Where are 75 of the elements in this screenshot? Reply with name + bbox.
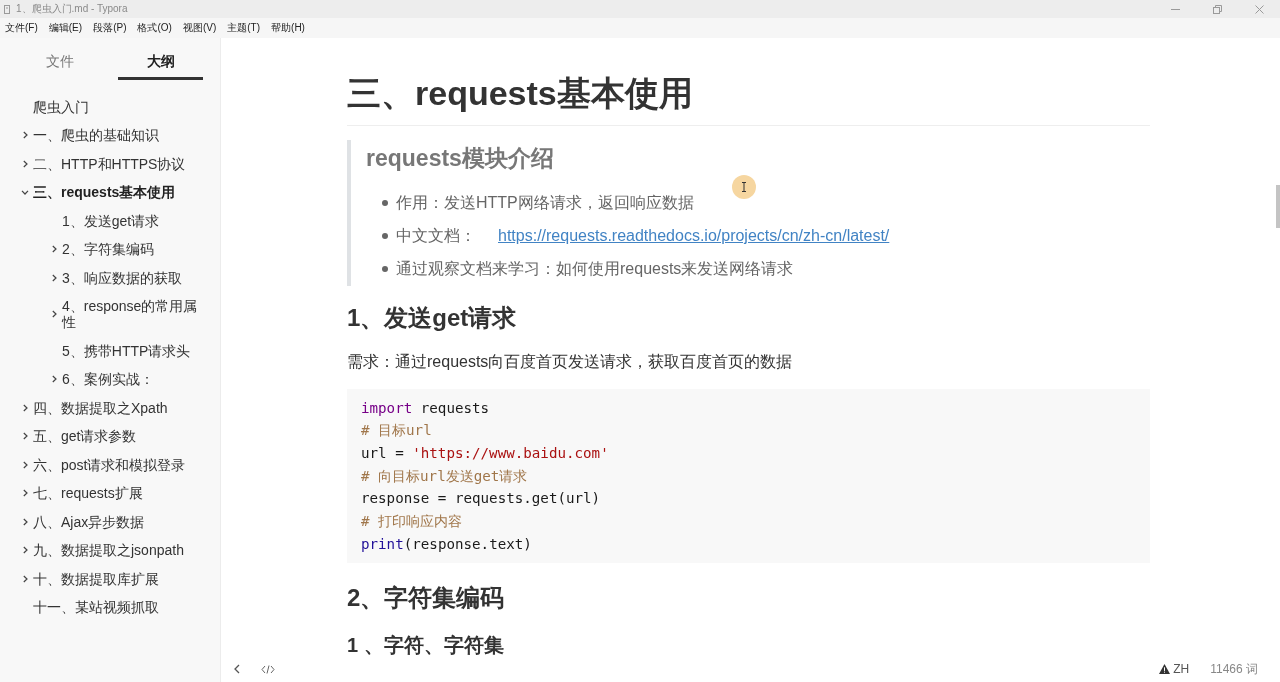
outline-item[interactable]: 五、get请求参数 (33, 428, 137, 445)
chevron-right-icon[interactable] (51, 245, 57, 254)
language-button[interactable]: ZH (1173, 662, 1190, 676)
menu-item[interactable]: 视图(V) (181, 22, 218, 34)
outline-item[interactable]: 3、响应数据的获取 (62, 269, 182, 286)
source-mode-button[interactable] (260, 662, 276, 676)
minimize-icon (1170, 8, 1180, 10)
code-line: url = 'https://www.baidu.com' (361, 443, 609, 463)
window-title: 1、爬虫入门.md - Typora (16, 3, 128, 15)
document-icon (4, 4, 10, 14)
list-item-text: 通过观察文档来学习：如何使用requests来发送网络请求 (396, 259, 794, 279)
outline-item[interactable]: 十一、某站视频抓取 (33, 599, 159, 616)
menu-item[interactable]: 帮助(H) (270, 22, 306, 34)
bullet-icon (382, 266, 388, 272)
menu-item[interactable]: 段落(P) (92, 22, 128, 34)
outline-item[interactable]: 四、数据提取之Xpath (33, 399, 168, 416)
heading: 2、字符集编码 (347, 583, 505, 614)
chevron-right-icon[interactable] (22, 517, 28, 526)
outline-item[interactable]: 三、requests基本使用 (33, 184, 176, 201)
outline-item[interactable]: 爬虫入门 (33, 98, 89, 115)
code-line: import requests (361, 398, 490, 418)
restore-icon (1212, 4, 1222, 14)
code-line: response = requests.get(url) (361, 489, 601, 509)
bullet-icon (382, 200, 388, 206)
list-item-text: 作用：发送HTTP网络请求，返回响应数据 (396, 193, 694, 213)
outline-item[interactable]: 十、数据提取库扩展 (33, 570, 159, 587)
chevron-right-icon[interactable] (22, 489, 28, 498)
code-line: # 向目标url发送get请求 (361, 466, 528, 486)
chevron-right-icon[interactable] (22, 131, 28, 140)
chevron-right-icon[interactable] (22, 460, 28, 469)
chevron-right-icon[interactable] (22, 574, 28, 583)
outline-item[interactable]: 6、案例实战： (62, 371, 154, 388)
sidebar-tab[interactable]: 文件 (17, 46, 102, 80)
paragraph: 需求：通过requests向百度首页发送请求，获取百度首页的数据 (347, 351, 793, 372)
chevron-down-icon[interactable] (21, 189, 29, 195)
outline-item[interactable]: 七、requests扩展 (33, 485, 143, 502)
chevron-right-icon[interactable] (22, 159, 28, 168)
code-icon (261, 664, 275, 674)
code-line: # 打印响应内容 (361, 512, 463, 531)
list-item-text: 中文文档： https://requests.readthedocs.io/projects/cn/zh-cn/latest/ (396, 226, 890, 246)
outline-item[interactable]: 一、爬虫的基础知识 (33, 127, 159, 144)
word-count-button[interactable]: 11466 词 (1210, 662, 1258, 676)
chevron-right-icon[interactable] (51, 273, 57, 282)
outline-item[interactable]: 2、字符集编码 (62, 241, 154, 258)
code-line: # 目标url (361, 421, 432, 441)
menu-item[interactable]: 文件(F) (4, 22, 39, 34)
outline-item[interactable]: 1、发送get请求 (62, 212, 160, 229)
quote-heading: requests模块介绍 (366, 144, 554, 173)
menu-item[interactable]: 主题(T) (226, 22, 262, 34)
heading: 1 、字符、字符集 (347, 635, 504, 656)
sidebar-toggle-button[interactable] (232, 662, 242, 676)
close-icon (1254, 4, 1264, 14)
bullet-icon (382, 233, 388, 239)
outline-item[interactable]: 5、携带HTTP请求头 (62, 342, 191, 359)
chevron-left-icon (234, 664, 240, 674)
scrollbar-thumb[interactable] (1276, 185, 1280, 228)
outline-item[interactable]: 八、Ajax异步数据 (33, 513, 145, 530)
mouse-cursor-icon (732, 175, 756, 199)
menu-item[interactable]: 编辑(E) (47, 22, 84, 34)
warning-icon (1159, 664, 1171, 674)
chevron-right-icon[interactable] (22, 432, 28, 441)
chevron-right-icon[interactable] (51, 310, 57, 319)
code-line: print(response.text) (361, 534, 532, 554)
outline-item[interactable]: 九、数据提取之jsonpath (33, 542, 184, 559)
heading: 1、发送get请求 (347, 302, 517, 333)
menu-item[interactable]: 格式(O) (136, 22, 173, 34)
docs-link[interactable]: https://requests.readthedocs.io/projects/cn/zh-cn/latest/ (498, 227, 890, 244)
heading: 三、requests基本使用 (347, 71, 1150, 126)
sidebar-tab[interactable]: 大纲 (118, 46, 203, 80)
chevron-right-icon[interactable] (22, 403, 28, 412)
chevron-right-icon[interactable] (22, 546, 28, 555)
chevron-right-icon[interactable] (51, 375, 57, 384)
outline-item[interactable]: 4、response的常用属性 (62, 298, 200, 331)
outline-item[interactable]: 六、post请求和模拟登录 (33, 456, 186, 473)
outline-item[interactable]: 二、HTTP和HTTPS协议 (33, 155, 186, 172)
